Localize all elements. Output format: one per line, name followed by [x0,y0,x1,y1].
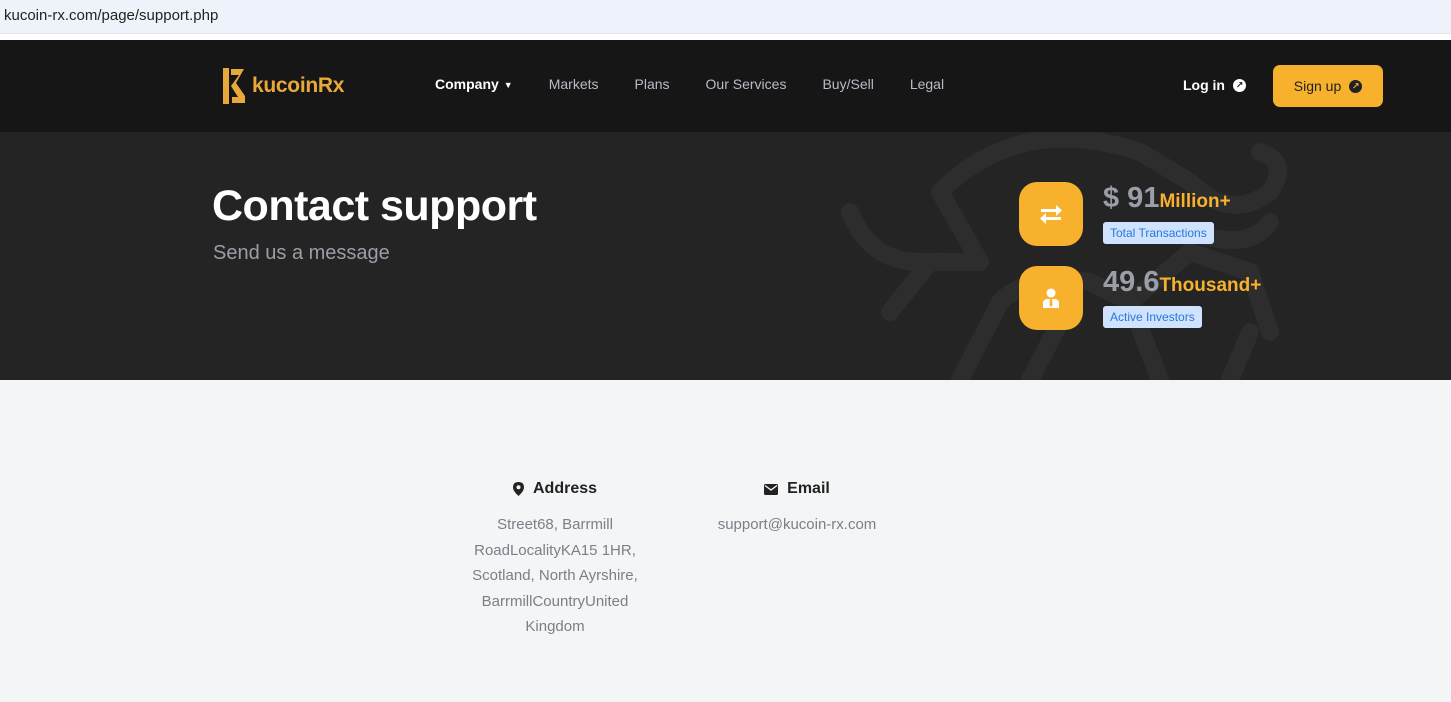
menu-item-markets[interactable]: Markets [549,76,599,92]
menu-item-plans[interactable]: Plans [635,76,670,92]
email-heading-label: Email [787,480,830,497]
menu-item-label: Company [435,76,499,92]
page-title: Contact support [212,182,537,230]
address-block: Address Street68, Barrmill RoadLocalityK… [455,480,655,640]
login-link[interactable]: Log in ↗ [1183,77,1246,93]
stat-unit: Million+ [1159,191,1231,212]
stat-badge: Total Transactions [1103,222,1214,244]
address-text: Street68, Barrmill RoadLocalityKA15 1HR,… [455,512,655,640]
menu-item-legal[interactable]: Legal [910,76,944,92]
signup-label: Sign up [1293,78,1342,94]
envelope-icon [764,483,779,495]
login-label: Log in [1183,77,1225,93]
address-heading: Address [455,480,655,498]
arrow-circle-icon: ↗ [1233,78,1246,92]
signup-button[interactable]: Sign up ↗ [1273,65,1383,107]
address-line: RoadLocalityKA15 1HR, [474,541,636,559]
address-line: Scotland, North Ayrshire, [472,567,638,584]
stat-value: $ 91Million+ [1103,182,1231,215]
address-line: BarrmillCountryUnited [481,592,629,610]
browser-url[interactable]: kucoin-rx.com/page/support.php [4,7,218,24]
menu-item-buy-sell[interactable]: Buy/Sell [822,76,873,92]
address-line: Street68, Barrmill [497,516,613,533]
contact-info-section: Address Street68, Barrmill RoadLocalityK… [0,380,1451,702]
page-subtitle: Send us a message [213,242,390,264]
exchange-arrows-icon [1019,182,1083,246]
browser-address-bar[interactable]: kucoin-rx.com/page/support.php [0,0,1451,34]
brand-logo[interactable]: kucoinRx [220,66,344,106]
menu-item-company[interactable]: Company ▼ [435,76,513,92]
top-navbar: kucoinRx Company ▼ Markets Plans Our Serv… [0,40,1451,132]
stat-badge: Active Investors [1103,306,1202,328]
stat-number: $ 91 [1103,182,1160,214]
email-address-link[interactable]: support@kucoin-rx.com [697,512,897,538]
stat-unit: Thousand+ [1159,275,1262,296]
investor-user-icon [1019,266,1083,330]
stat-number: 49.6 [1103,266,1160,298]
address-line: Kingdom [525,618,585,635]
stat-value: 49.6Thousand+ [1103,266,1261,299]
bull-watermark-icon [841,132,1287,380]
email-block: Email support@kucoin-rx.com [697,480,897,538]
map-pin-icon [512,482,524,496]
arrow-circle-icon: ↗ [1349,79,1363,93]
kucoinrx-logo-icon [223,68,245,104]
menu-item-our-services[interactable]: Our Services [706,76,787,92]
brand-name: kucoinRx [252,74,345,97]
address-heading-label: Address [532,480,598,497]
main-menu: Company ▼ Markets Plans Our Services Buy/… [435,76,980,92]
email-heading: Email [697,480,897,498]
chevron-down-icon: ▼ [503,80,513,90]
hero-banner: Contact support Send us a message $ 91Mi… [0,132,1451,380]
